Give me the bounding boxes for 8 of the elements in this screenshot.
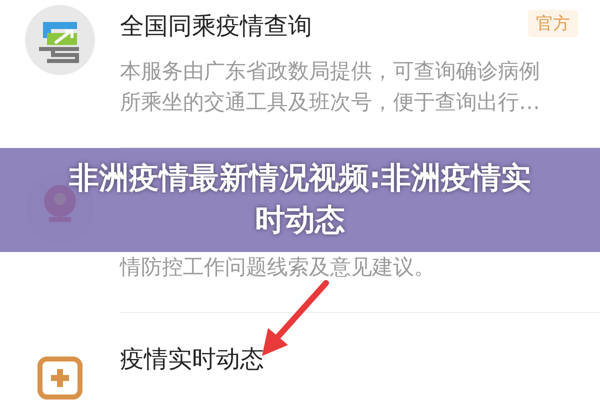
banner-title: 非洲疫情最新情况视频:非洲疫情实时动态 <box>68 160 532 240</box>
item-title[interactable]: 疫情实时动态 <box>120 341 264 377</box>
item-title[interactable]: 全国同乘疫情查询 <box>120 8 312 44</box>
medical-kit-icon <box>37 354 83 400</box>
item-description: 情防控工作问题线索及意见建议。 <box>120 254 436 281</box>
item-description: 本服务由广东省政数局提供，可查询确诊病例所乘坐的交通工具及班次号，便于查询出行… <box>120 58 541 116</box>
official-badge: 官方 <box>528 10 578 37</box>
app-logo-icon <box>25 5 95 75</box>
